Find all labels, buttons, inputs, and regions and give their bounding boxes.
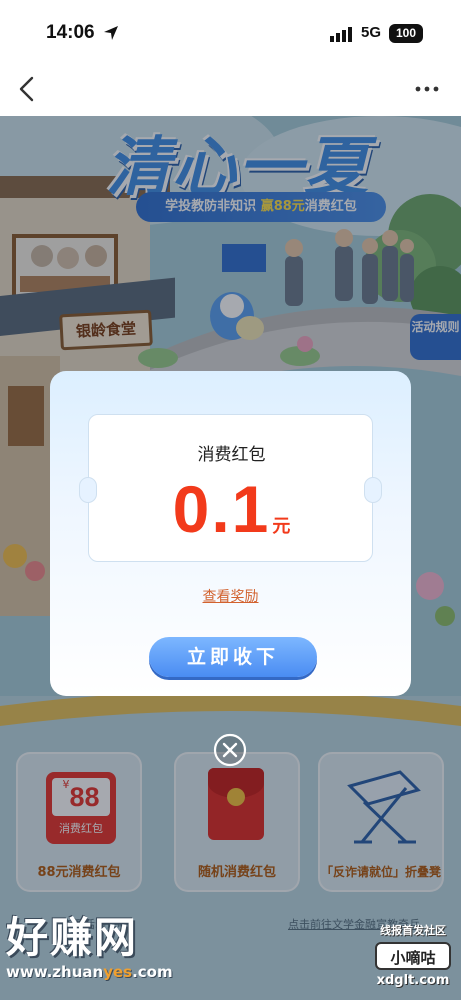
watermark-url: www.zhuanyes.com: [6, 963, 206, 981]
nav-bar: [0, 62, 461, 116]
watermark-tag: 线报首发社区: [380, 924, 446, 937]
status-bar: 14:06 5G 100: [0, 0, 461, 62]
watermark-url-highlight: yes: [103, 963, 133, 981]
watermark-right: 线报首发社区 小嘀咕 xdglt.com: [370, 922, 456, 988]
watermark-logo-text: 好赚网: [6, 913, 139, 962]
amount-value: 0.1: [172, 472, 271, 546]
reward-modal: 消费红包 0.1 元 查看奖励 立即收下: [50, 371, 411, 696]
watermark-badge: 小嘀咕: [375, 942, 451, 970]
activity-page: 清心一夏 学投教防非知识 赢88元消费红包 银龄食堂 活动规则 ¥88 消费红包…: [0, 116, 461, 1000]
signal-bars-icon: [330, 27, 352, 42]
coupon-title: 消费红包: [197, 445, 266, 465]
coupon-card: 消费红包 0.1 元: [88, 414, 373, 562]
amount-unit: 元: [272, 516, 291, 537]
watermark-url-suffix: .com: [132, 963, 173, 981]
watermark-url-prefix: www.zhuan: [6, 963, 104, 981]
location-arrow-icon: [104, 26, 118, 40]
network-type: 5G: [361, 24, 382, 41]
chevron-left-icon[interactable]: [14, 74, 40, 104]
accept-button[interactable]: 立即收下: [149, 637, 317, 677]
coupon-notch-left: [79, 477, 97, 503]
watermark-domain: xdglt.com: [376, 973, 450, 988]
battery-indicator: 100: [389, 24, 423, 43]
coupon-notch-right: [364, 477, 382, 503]
coupon-amount: 0.1 元: [89, 471, 374, 547]
close-circle-icon[interactable]: [213, 733, 247, 767]
ellipsis-icon[interactable]: [414, 80, 440, 98]
status-time: 14:06: [46, 22, 95, 43]
watermark-left: 好赚网 www.zhuanyes.com: [6, 904, 206, 1000]
view-rewards-link[interactable]: 查看奖励: [50, 586, 411, 606]
